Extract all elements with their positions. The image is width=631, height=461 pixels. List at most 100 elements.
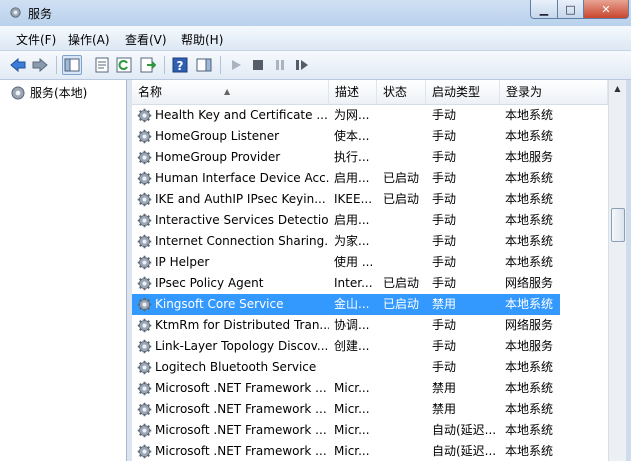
table-row[interactable]: Internet Connection Sharing... 为家... 手动 本地系… [132,231,560,252]
table-row[interactable]: HomeGroup Provider 执行... 手动 本地服务 [132,147,560,168]
column-header-label: 启动类型 [432,85,481,99]
service-gear-icon [137,381,152,396]
table-row[interactable]: Microsoft .NET Framework ... Micr... 自动(延迟… [132,420,560,441]
service-startup-type-cell: 禁用 [432,381,457,395]
service-description-cell: 为家... [334,234,370,248]
service-logon-cell: 本地系统 [505,192,554,206]
toolbar-separator [220,56,221,74]
service-description-cell: 使本... [334,129,370,143]
back-button[interactable] [8,55,28,75]
service-logon-cell: 本地系统 [505,297,554,311]
table-row[interactable]: Microsoft .NET Framework ... Micr... 禁用 本地系… [132,378,560,399]
scrollbar-thumb[interactable] [611,208,625,242]
forward-arrow-icon [32,58,48,72]
service-gear-icon [137,423,152,438]
service-gear-icon [137,234,152,249]
table-row[interactable]: Health Key and Certificate ... 为网... 手动 本地系… [132,105,560,126]
menu-help[interactable]: 帮助(H) [181,31,223,48]
service-name-cell: Microsoft .NET Framework ... [155,444,327,458]
service-status-cell: 已启动 [383,276,420,290]
tree-item-services-local[interactable]: 服务(本地) [10,84,87,101]
service-logon-cell: 本地系统 [505,444,554,458]
service-name-cell: Link-Layer Topology Discov... [155,339,329,353]
minimize-button[interactable]: ▁ [530,0,558,19]
maximize-button[interactable]: □ [558,0,584,19]
service-logon-cell: 本地系统 [505,402,554,416]
menu-file[interactable]: 文件(F) [16,31,56,48]
service-startup-type-cell: 手动 [432,276,457,290]
show-hide-tree-button[interactable] [62,55,82,75]
service-startup-type-cell: 手动 [432,360,457,374]
table-row[interactable]: IPsec Policy Agent Inter... 已启动 手动 网络服务 [132,273,560,294]
show-action-pane-button[interactable] [194,55,214,75]
service-logon-cell: 本地系统 [505,171,554,185]
refresh-button[interactable] [114,55,134,75]
service-gear-icon [137,444,152,459]
sort-ascending-icon: ▲ [224,87,231,96]
properties-button[interactable] [92,55,112,75]
table-row[interactable]: Microsoft .NET Framework ... Micr... 自动(延迟… [132,441,560,461]
column-header-status[interactable]: 状态 [377,80,426,104]
table-row[interactable]: Logitech Bluetooth Service 手动 本地系统 [132,357,560,378]
close-button[interactable]: ✕ [584,0,629,19]
column-header-logon-as[interactable]: 登录为 [500,80,608,104]
service-status-cell: 已启动 [383,171,420,185]
refresh-icon [116,57,132,73]
column-header-name[interactable]: 名称 ▲ [132,80,329,104]
service-gear-icon [137,129,152,144]
start-service-button[interactable] [226,55,246,75]
menu-action[interactable]: 操作(A) [68,31,110,48]
menu-bar: 文件(F) 操作(A) 查看(V) 帮助(H) [0,26,631,51]
service-startup-type-cell: 手动 [432,339,457,353]
service-name-cell: Microsoft .NET Framework ... [155,423,327,437]
service-description-cell: IKEE... [334,192,373,206]
service-gear-icon [137,360,152,375]
column-header-startup-type[interactable]: 启动类型 [426,80,500,104]
pause-icon [276,60,284,70]
service-startup-type-cell: 手动 [432,213,457,227]
help-button[interactable]: ? [170,55,190,75]
svg-text:?: ? [177,59,184,73]
title-bar: 服务 ▁ □ ✕ [0,0,631,26]
service-startup-type-cell: 手动 [432,318,457,332]
table-row[interactable]: KtmRm for Distributed Tran... 协调... 手动 网络服务 [132,315,560,336]
service-description-cell: Inter... [334,276,373,290]
stop-service-button[interactable] [248,55,268,75]
service-description-cell: 协调... [334,318,370,332]
maximize-icon: □ [565,2,576,16]
window-controls: ▁ □ ✕ [530,0,629,20]
service-name-cell: HomeGroup Provider [155,150,281,164]
column-header-label: 状态 [383,85,408,99]
table-row[interactable]: Link-Layer Topology Discov... 创建... 手动 本地服务 [132,336,560,357]
table-row[interactable]: HomeGroup Listener 使本... 手动 本地系统 [132,126,560,147]
table-row[interactable]: Microsoft .NET Framework ... Micr... 禁用 本地系… [132,399,560,420]
column-header-label: 登录为 [506,85,543,99]
minimize-icon: ▁ [539,2,549,16]
forward-button[interactable] [30,55,50,75]
service-status-cell: 已启动 [383,297,420,311]
table-row[interactable]: Interactive Services Detection 启用... 手动 本地系… [132,210,560,231]
export-list-button[interactable] [138,55,158,75]
table-row[interactable]: Kingsoft Core Service 金山... 已启动 禁用 本地系统 [132,294,560,315]
vertical-scrollbar[interactable]: ▲ [608,80,626,461]
service-gear-icon [137,171,152,186]
service-name-cell: Interactive Services Detection [155,213,329,227]
toolbar: ? [0,51,631,80]
pause-service-button[interactable] [270,55,290,75]
service-gear-icon [137,297,152,312]
close-icon: ✕ [601,2,611,16]
service-description-cell: 使用 ... [334,255,374,269]
service-startup-type-cell: 手动 [432,192,457,206]
restart-service-button[interactable] [292,55,312,75]
table-row[interactable]: IP Helper 使用 ... 手动 本地系统 [132,252,560,273]
service-logon-cell: 本地服务 [505,339,554,353]
service-description-cell: 为网... [334,108,370,122]
service-name-cell: IKE and AuthIP IPsec Keyin... [155,192,326,206]
service-name-cell: KtmRm for Distributed Tran... [155,318,329,332]
column-header-description[interactable]: 描述 [329,80,377,104]
table-row[interactable]: Human Interface Device Acc... 启用... 已启动 手动 本… [132,168,560,189]
menu-view[interactable]: 查看(V) [125,31,167,48]
table-row[interactable]: IKE and AuthIP IPsec Keyin... IKEE... 已启动手… [132,189,560,210]
service-gear-icon [137,318,152,333]
scroll-up-button[interactable]: ▲ [609,80,626,97]
